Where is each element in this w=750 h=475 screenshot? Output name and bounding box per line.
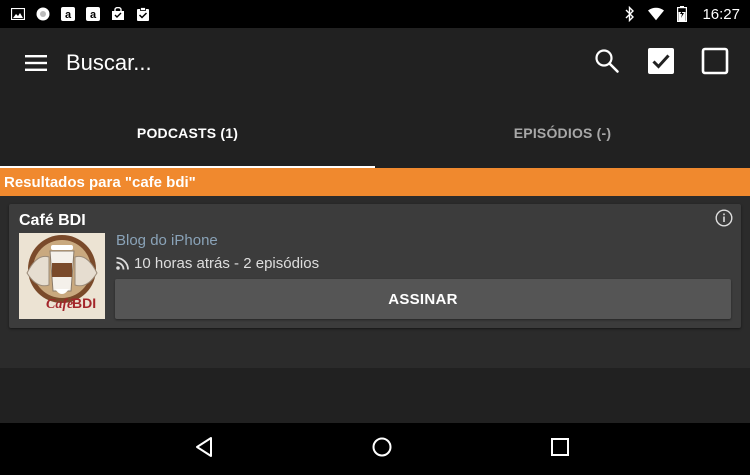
svg-text:BDI: BDI (72, 295, 96, 311)
image-icon (10, 6, 26, 22)
podcast-artwork[interactable]: Café BDI (19, 233, 105, 319)
status-time: 16:27 (702, 5, 740, 23)
podcast-meta: 10 horas atrás - 2 episódios (116, 255, 319, 272)
podcast-meta-text: 10 horas atrás - 2 episódios (134, 255, 320, 272)
notification-icons: a a (10, 6, 151, 22)
search-button[interactable] (580, 36, 634, 90)
subscribe-button[interactable]: ASSINAR (115, 279, 731, 319)
rss-icon (116, 257, 129, 270)
home-icon (371, 436, 393, 463)
checkbox-checked-icon (647, 47, 675, 80)
search-query-title[interactable]: Buscar... (66, 50, 152, 76)
search-results: Resultados para "cafe bdi" Café BDI Café… (0, 168, 750, 368)
app-toolbar: Buscar... (0, 28, 750, 98)
clipboard-check-icon (135, 6, 151, 22)
results-header: Resultados para "cafe bdi" (0, 168, 750, 196)
amazon-icon: a (60, 6, 76, 22)
wifi-icon (648, 6, 665, 22)
svg-text:Café: Café (46, 297, 74, 312)
recents-button[interactable] (547, 436, 573, 462)
svg-text:a: a (65, 9, 72, 21)
tab-episodes[interactable]: EPISÓDIOS (-) (375, 98, 750, 168)
back-icon (194, 436, 216, 463)
system-icons: 16:27 (622, 6, 740, 23)
deselect-all-button[interactable] (688, 36, 742, 90)
podcast-title: Café BDI (19, 212, 86, 229)
tab-podcasts[interactable]: PODCASTS (1) (0, 98, 375, 168)
recents-icon (550, 437, 570, 462)
battery-icon (674, 6, 690, 22)
hamburger-menu-icon[interactable] (24, 51, 48, 75)
status-bar: a a 16:27 (0, 0, 750, 28)
checkbox-empty-icon (701, 47, 729, 80)
navigation-bar (0, 423, 750, 475)
empty-list-area (0, 368, 750, 423)
search-icon (594, 48, 620, 79)
home-button[interactable] (369, 436, 395, 462)
svg-text:a: a (90, 9, 97, 21)
tab-bar: PODCASTS (1) EPISÓDIOS (-) (0, 98, 750, 168)
back-button[interactable] (192, 436, 218, 462)
circle-notification-icon (35, 6, 51, 22)
bluetooth-icon (622, 6, 638, 22)
amazon-icon: a (85, 6, 101, 22)
podcast-card[interactable]: Café BDI Café BDI Blog do iPhone 10 hora… (9, 204, 741, 328)
cafe-bdi-logo: Café BDI (19, 233, 105, 319)
select-all-button[interactable] (634, 36, 688, 90)
shopping-bag-icon (110, 6, 126, 22)
podcast-author[interactable]: Blog do iPhone (116, 232, 218, 249)
toolbar-actions (580, 36, 750, 90)
info-icon[interactable] (715, 209, 733, 227)
